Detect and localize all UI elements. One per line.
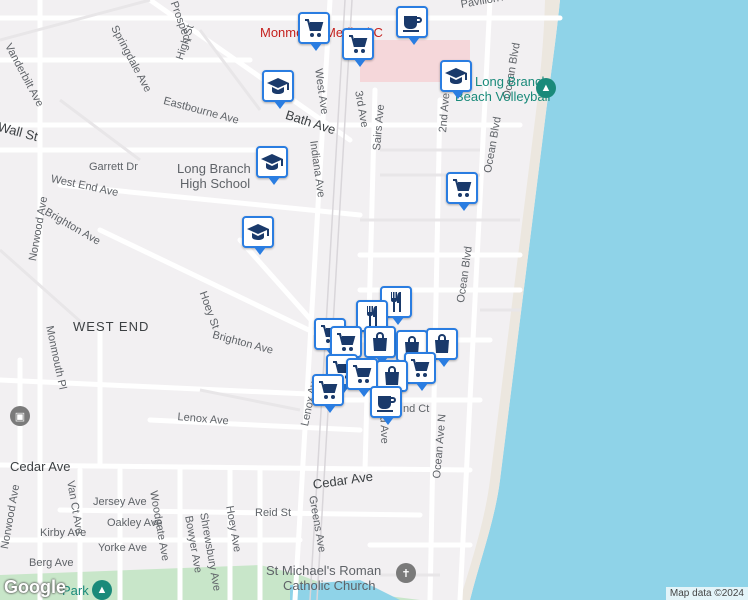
map-marker[interactable] [298, 12, 330, 51]
restaurant-icon [360, 304, 384, 328]
bag-icon [380, 364, 404, 388]
church-icon[interactable]: ✝ [396, 563, 416, 583]
cart-icon [408, 356, 432, 380]
park-icon[interactable]: ▲ [92, 580, 112, 600]
street-label: Reid St [255, 507, 292, 519]
map-marker[interactable] [404, 352, 436, 391]
poi-label: St Michael's Roman [266, 563, 382, 578]
map-marker[interactable] [256, 146, 288, 185]
street-label: Berg Ave [29, 557, 74, 569]
google-logo: Google [4, 577, 66, 597]
map-marker[interactable] [446, 172, 478, 211]
poi-label: Catholic Church [283, 578, 376, 593]
cart-icon [334, 330, 358, 354]
coffee-icon [400, 10, 424, 34]
map-marker[interactable] [370, 386, 402, 425]
map-marker[interactable] [342, 28, 374, 67]
school-icon [246, 220, 270, 244]
library-icon[interactable]: ▣ [10, 406, 30, 426]
volleyball-icon[interactable]: ▲ [536, 78, 556, 98]
street-label: Garrett Dr [89, 161, 138, 173]
map-marker[interactable] [262, 70, 294, 109]
cart-icon [316, 378, 340, 402]
bag-icon [368, 330, 392, 354]
school-icon [260, 150, 284, 174]
cart-icon [302, 16, 326, 40]
street-label: Jersey Ave [93, 496, 147, 508]
park-label: Park [62, 583, 89, 598]
cart-icon [450, 176, 474, 200]
street-label: Yorke Ave [98, 542, 147, 554]
cart-icon [346, 32, 370, 56]
map-canvas[interactable]: Vanderbilt Ave Springdale Ave High St Pr… [0, 0, 748, 600]
poi-label: High School [180, 176, 251, 191]
coffee-icon [374, 390, 398, 414]
map-marker[interactable] [242, 216, 274, 255]
area-label: WEST END [73, 319, 150, 334]
map-marker[interactable] [440, 60, 472, 99]
street-label: nd Ct [403, 403, 430, 415]
map-marker[interactable] [312, 374, 344, 413]
cart-icon [350, 362, 374, 386]
map-marker[interactable] [364, 326, 396, 365]
street-label: Cedar Ave [10, 459, 71, 474]
poi-label: Long Branch [177, 161, 251, 176]
map-marker[interactable] [396, 6, 428, 45]
school-icon [266, 74, 290, 98]
map-attribution[interactable]: Map data ©2024 [665, 587, 748, 600]
school-icon [444, 64, 468, 88]
